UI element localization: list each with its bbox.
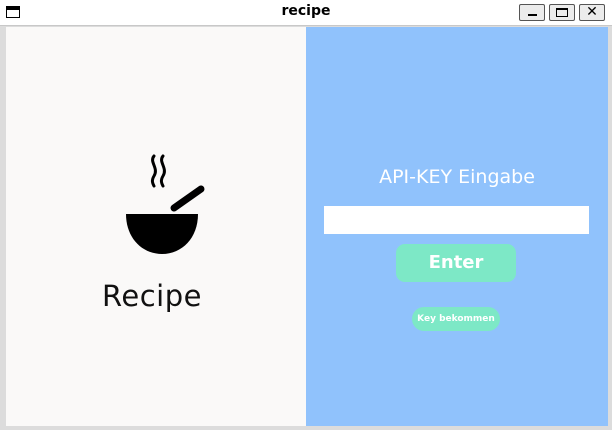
- minimize-icon: [528, 14, 537, 16]
- minimize-button[interactable]: [519, 4, 545, 21]
- app-window: recipe ✕ Recipe API-KEY Eingabe Enter Ke…: [0, 0, 612, 430]
- logo-panel: Recipe: [6, 27, 306, 426]
- get-key-button[interactable]: Key bekommen: [412, 307, 500, 331]
- maximize-button[interactable]: [549, 4, 575, 21]
- close-icon: ✕: [586, 4, 598, 20]
- logo-text: Recipe: [102, 279, 202, 313]
- api-key-panel: API-KEY Eingabe Enter Key bekommen: [306, 27, 608, 426]
- title-bar[interactable]: recipe ✕: [0, 0, 612, 26]
- maximize-icon: [556, 8, 568, 17]
- enter-button[interactable]: Enter: [396, 244, 516, 282]
- close-button[interactable]: ✕: [579, 4, 605, 21]
- api-key-input[interactable]: [324, 206, 589, 234]
- api-key-heading: API-KEY Eingabe: [379, 166, 535, 188]
- soup-bowl-icon: [126, 154, 205, 254]
